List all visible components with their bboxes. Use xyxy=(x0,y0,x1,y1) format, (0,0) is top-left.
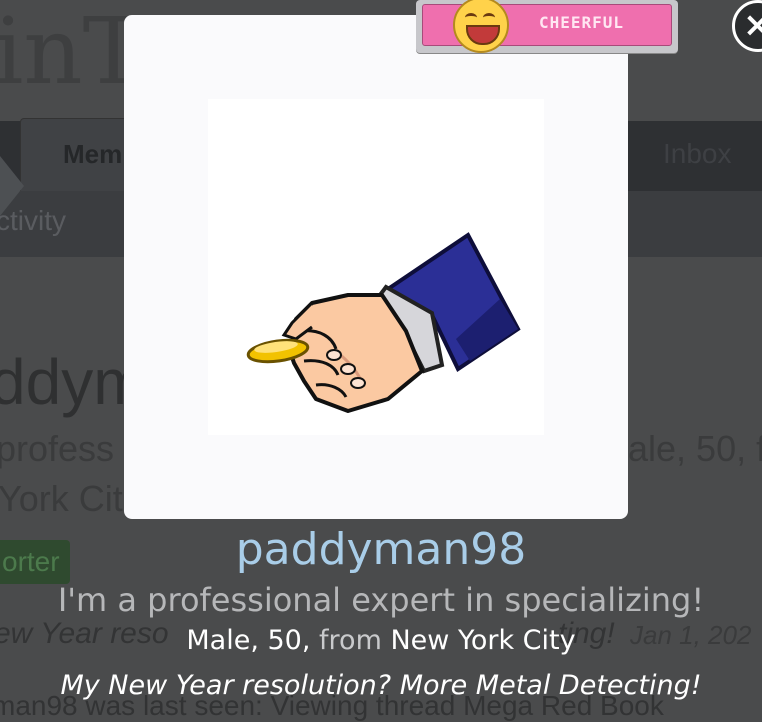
nav-inbox-link: Inbox xyxy=(663,138,732,169)
nav-tab-members-label: Mem xyxy=(63,139,123,169)
mood-face-right-eye xyxy=(483,13,495,22)
from-word: from xyxy=(319,625,382,656)
mood-badge: CHEERFUL xyxy=(416,0,678,53)
avatar xyxy=(208,99,544,435)
mood-badge-panel: CHEERFUL xyxy=(422,0,672,53)
hand-holding-coin-icon xyxy=(246,232,521,413)
profile-username[interactable]: paddyman98 xyxy=(0,524,762,575)
profile-demographics-bg: ale, 50, f xyxy=(628,428,762,469)
location-link[interactable]: New York City xyxy=(390,625,575,656)
close-icon: × xyxy=(743,5,762,45)
profile-tagline-bg: profess xyxy=(0,428,115,469)
mood-face-mouth xyxy=(466,25,500,45)
avatar-lightbox xyxy=(124,15,628,519)
cheerful-face-icon xyxy=(453,0,509,53)
sub-nav-arrow-icon xyxy=(0,156,24,216)
gender-age: Male, 50, xyxy=(186,625,311,656)
site-logo: inT xyxy=(0,0,145,105)
profile-demographics: Male, 50, from New York City xyxy=(0,625,762,656)
mood-label: CHEERFUL xyxy=(539,13,625,32)
profile-tagline: I'm a professional expert in specializin… xyxy=(57,581,705,619)
profile-location-bg: York Cit xyxy=(0,478,123,519)
mood-face-left-eye xyxy=(465,13,477,22)
profile-status: My New Year resolution? More Metal Detec… xyxy=(60,670,702,701)
